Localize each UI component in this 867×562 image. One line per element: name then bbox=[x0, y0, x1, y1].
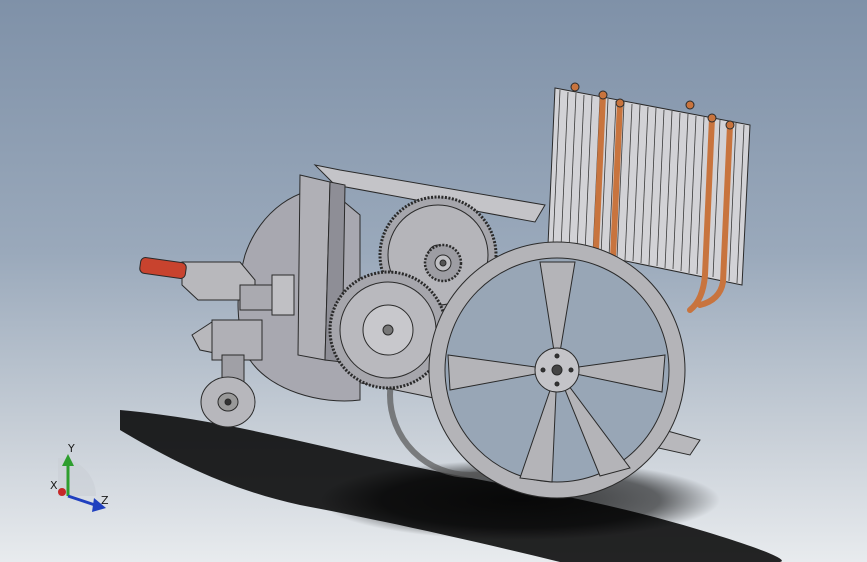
small-pinion-gear[interactable] bbox=[423, 243, 463, 283]
z-axis-label: Z bbox=[101, 494, 109, 507]
red-handle[interactable] bbox=[139, 257, 187, 279]
cad-3d-viewport[interactable] bbox=[0, 0, 867, 562]
front-spoked-wheel[interactable] bbox=[428, 241, 686, 499]
x-axis-dot bbox=[58, 488, 66, 496]
frame-post-left[interactable] bbox=[297, 174, 331, 361]
x-axis-label: X bbox=[50, 479, 58, 492]
axis-triad: Y X Z bbox=[50, 442, 109, 512]
y-axis-label: Y bbox=[67, 442, 75, 455]
